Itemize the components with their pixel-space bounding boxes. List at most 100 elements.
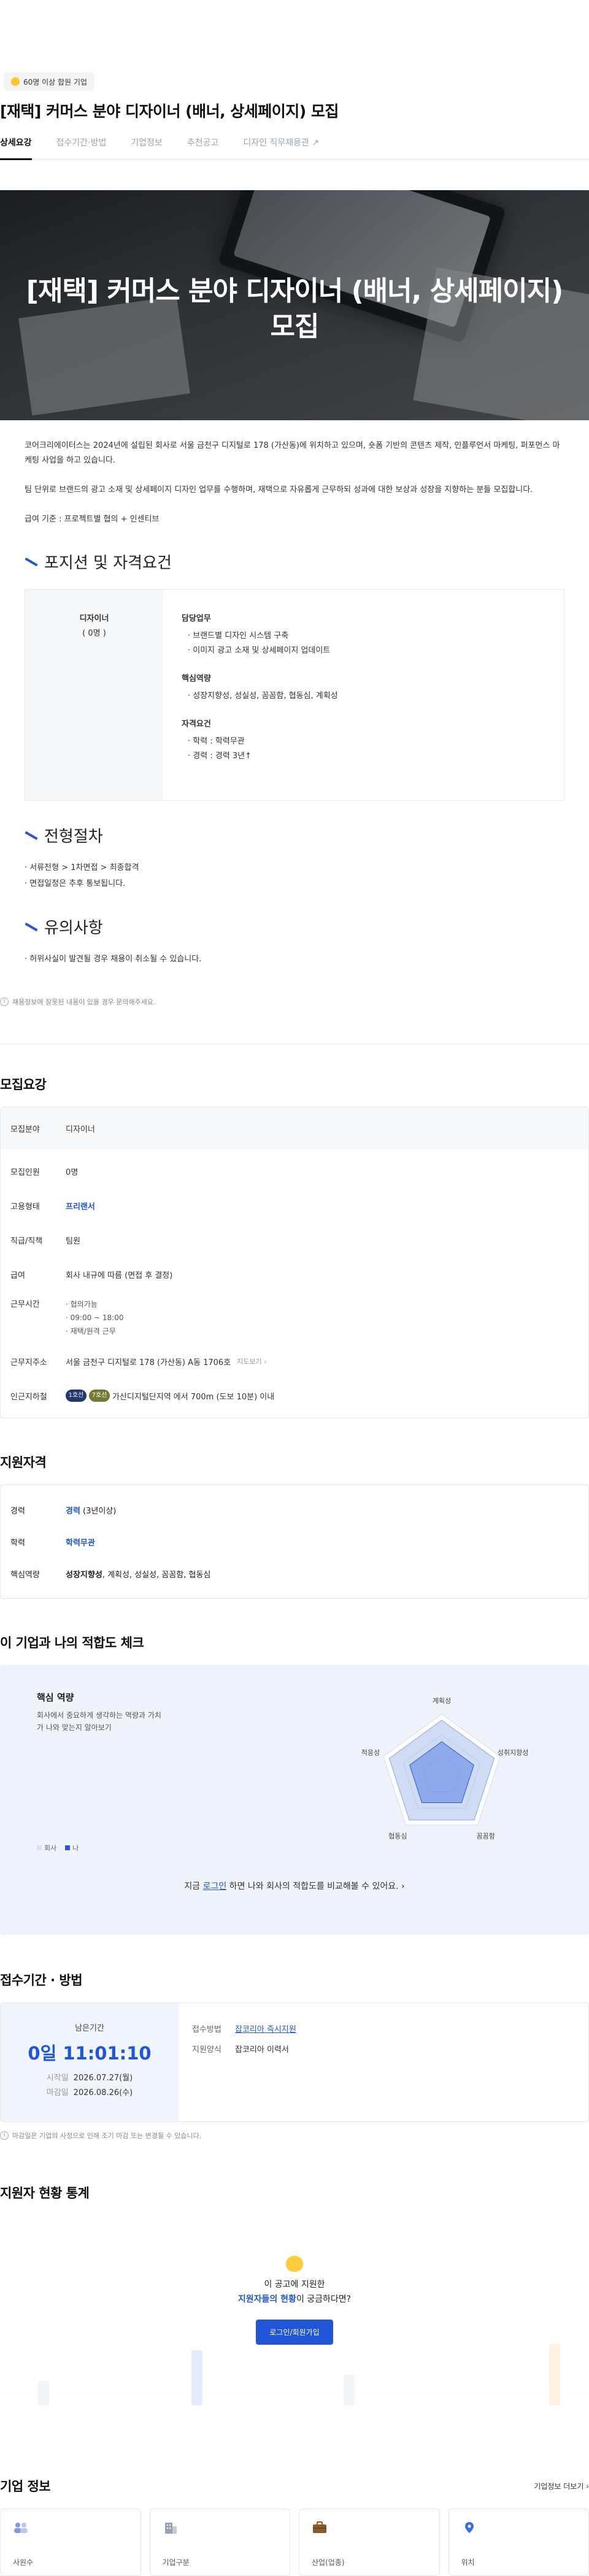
company-cards: 사원수 기업구분 산업(업종) 위치 <box>0 2509 589 2576</box>
recruit-value: 팀원 <box>66 1234 80 1246</box>
form-row: 지원양식잡코리아 이력서 <box>192 2043 296 2055</box>
cta-line-2: 지원자들의 현황이 궁금하다면? <box>0 2293 589 2305</box>
group-title: 담당업무 <box>182 612 338 626</box>
coin-icon <box>11 77 20 86</box>
group-item: · 브랜드별 디자인 시스템 구축 <box>182 629 338 644</box>
people-icon <box>13 2521 29 2534</box>
section-heading-position: 포지션 및 자격요건 <box>25 550 589 573</box>
group-item: · 이미지 광고 소재 및 상세페이지 업데이트 <box>182 644 338 658</box>
group-item: · 성장지향성, 성실성, 꼼꼼함, 협동심, 계획성 <box>182 689 338 704</box>
employment-type-value: 프리랜서 <box>66 1200 95 1212</box>
job-title: [재택] 커머스 분야 디자이너 (배너, 상세페이지) 모집 <box>0 99 589 121</box>
login-link[interactable]: 로그인 <box>203 1882 227 1891</box>
tab-recommended[interactable]: 추천공고 <box>187 136 230 160</box>
qualification-key: 핵심역량 <box>10 1568 66 1580</box>
tab-design-hiring[interactable]: 디자인 직무채용관 ↗ <box>243 136 330 160</box>
company-card-label: 위치 <box>461 2557 577 2567</box>
intro-paragraph: 팀 단위로 브랜드의 광고 소재 및 상세페이지 디자인 업무를 수행하며, 재… <box>25 483 564 498</box>
fit-login-prompt: 지금 로그인 하면 나와 회사의 적합도를 비교해볼 수 있어요. › <box>0 1880 589 1892</box>
slash-mark-icon <box>25 922 37 931</box>
radar-axis-label: 계획성 <box>433 1697 451 1705</box>
caution-item: · 허위사실이 발견될 경우 채용이 취소될 수 있습니다. <box>25 952 564 967</box>
view-map-link[interactable]: 지도보기 › <box>237 1356 266 1366</box>
section-heading-label: 포지션 및 자격요건 <box>44 550 172 573</box>
group-title: 자격요건 <box>182 717 338 732</box>
qualification-row: 핵심역량 성장지향성, 계획성, 성실성, 꼼꼼함, 협동심 <box>10 1558 579 1590</box>
requirement-group: 자격요건 · 학력 : 학력무관 · 경력 : 경력 3년↑ <box>182 717 338 764</box>
recruit-row: 급여 회사 내규에 따름 (면접 후 결정) <box>1 1257 588 1291</box>
recruit-value: 디자이너 <box>66 1123 95 1134</box>
qualification-highlight: 학력무관 <box>66 1539 95 1548</box>
qualification-value: (3년이상) <box>80 1507 116 1516</box>
qualification-section: 지원자격 경력 경력 (3년이상) 학력 학력무관 핵심역량 성장지향성, 계획… <box>0 1453 589 1599</box>
info-icon: i <box>0 2131 9 2140</box>
duty-group: 담당업무 · 브랜드별 디자인 시스템 구축 · 이미지 광고 소재 및 상세페… <box>182 612 338 658</box>
recruit-key: 직급/직책 <box>10 1234 66 1246</box>
recruit-key: 모집분야 <box>10 1123 66 1134</box>
company-card-type: 기업구분 <box>150 2509 291 2576</box>
section-heading-label: 전형절차 <box>44 824 103 847</box>
period-panel: 남은기간 0일 11:01:10 시작일2026.07.27(월) 마감일202… <box>0 2002 589 2122</box>
competency-group: 핵심역량 · 성장지향성, 성실성, 꼼꼼함, 협동심, 계획성 <box>182 672 338 704</box>
briefcase-icon <box>312 2521 328 2534</box>
company-header: 기업 정보 기업정보 더보기 › <box>0 2477 589 2495</box>
recruit-row: 근무시간 협의가능 09:00 ~ 18:00 재택/원격 근무 <box>1 1291 588 1344</box>
hero-title: [재택] 커머스 분야 디자이너 (배너, 상세페이지) 모집 <box>0 274 589 345</box>
subway-value: 가산디지털단지역 에서 700m (도보 10분) 이내 <box>112 1390 274 1402</box>
position-role: 디자이너 <box>25 612 163 626</box>
report-notice-text[interactable]: 채용정보에 잘못된 내용이 있을 경우 문의해주세요. <box>12 997 156 1007</box>
fit-panel: 핵심 역량 회사에서 중요하게 생각하는 역량과 가치가 나와 맞는지 알아보기… <box>0 1665 589 1935</box>
recruit-key: 고용형태 <box>10 1200 66 1212</box>
work-hours-value: 협의가능 09:00 ~ 18:00 재택/원격 근무 <box>66 1298 124 1338</box>
slash-mark-icon <box>25 831 37 839</box>
instant-apply-link[interactable]: 잡코리아 즉시지원 <box>235 2023 296 2034</box>
section-heading-label: 유의사항 <box>44 915 103 938</box>
company-card-label: 기업구분 <box>163 2557 278 2567</box>
tab-apply-period[interactable]: 접수기간·방법 <box>56 136 118 160</box>
period-heading: 접수기간 · 방법 <box>0 1970 589 1989</box>
radar-axis-label: 꼼꼼함 <box>477 1832 495 1840</box>
cta-line-1: 이 공고에 지원한 <box>0 2278 589 2290</box>
caution-list: · 허위사실이 발견될 경우 채용이 취소될 수 있습니다. <box>0 938 589 967</box>
qualification-key: 경력 <box>10 1504 66 1516</box>
work-hours-item: 09:00 ~ 18:00 <box>66 1311 124 1325</box>
stats-login-cta: 이 공고에 지원한 지원자들의 현황이 궁금하다면? 로그인/회원가입 <box>0 2256 589 2345</box>
period-notice-text: 마감일은 기업의 사정으로 인해 조기 마감 또는 변경될 수 있습니다. <box>12 2131 201 2140</box>
tab-company-info[interactable]: 기업정보 <box>131 136 174 160</box>
recruit-table: 모집분야 디자이너 모집인원 0명 고용형태 프리랜서 직급/직책 팀원 급여 … <box>0 1107 589 1418</box>
company-card-employees: 사원수 <box>0 2509 141 2576</box>
legend-company: 회사 <box>37 1843 56 1853</box>
qualification-key: 학력 <box>10 1536 66 1548</box>
countdown-timer: 0일 11:01:10 <box>1 2039 179 2065</box>
stats-heading: 지원자 현황 통계 <box>0 2183 589 2202</box>
badge-label: 60명 이상 합원 기업 <box>23 77 87 87</box>
fit-legend: 회사 나 <box>37 1843 79 1853</box>
work-hours-item: 재택/원격 근무 <box>66 1325 124 1338</box>
process-list: · 서류전형 > 1차면접 > 최종합격 · 면접일정은 추후 통보됩니다. <box>0 847 589 892</box>
qualification-heading: 지원자격 <box>0 1453 589 1471</box>
building-icon <box>163 2521 179 2534</box>
recruit-value: 0명 <box>66 1166 78 1177</box>
recruit-value: 회사 내규에 따름 (면접 후 결정) <box>66 1269 172 1280</box>
slash-mark-icon <box>25 557 37 566</box>
tab-detail[interactable]: 상세요강 <box>0 136 43 160</box>
intro-paragraph: 급여 기준 : 프로젝트별 협의 + 인센티브 <box>25 512 564 527</box>
recruit-heading: 모집요강 <box>0 1075 589 1093</box>
recruit-row: 모집분야 디자이너 <box>1 1107 588 1149</box>
process-item: · 서류전형 > 1차면접 > 최종합격 <box>25 860 564 876</box>
qualification-row: 경력 경력 (3년이상) <box>10 1494 579 1526</box>
company-more-link[interactable]: 기업정보 더보기 › <box>534 2481 589 2491</box>
job-posting-page: 60명 이상 합원 기업 [재택] 커머스 분야 디자이너 (배너, 상세페이지… <box>0 0 589 2576</box>
hero-banner: [재택] 커머스 분야 디자이너 (배너, 상세페이지) 모집 <box>0 190 589 420</box>
curious-face-icon <box>286 2256 303 2272</box>
recruit-section: 모집요강 모집분야 디자이너 모집인원 0명 고용형태 프리랜서 직급/직책 팀… <box>0 1075 589 1418</box>
position-detail-cell: 담당업무 · 브랜드별 디자인 시스템 구축 · 이미지 광고 소재 및 상세페… <box>163 590 338 800</box>
fit-heading: 이 기업과 나의 적합도 체크 <box>0 1633 589 1651</box>
detail-tabs: 상세요강 접수기간·방법 기업정보 추천공고 디자인 직무채용관 ↗ <box>0 136 589 160</box>
company-heading: 기업 정보 <box>0 2477 50 2495</box>
end-date: 마감일2026.08.26(수) <box>1 2086 179 2101</box>
login-signup-button[interactable]: 로그인/회원가입 <box>256 2320 333 2345</box>
remain-label: 남은기간 <box>1 2021 179 2033</box>
recruit-key: 인근지하철 <box>10 1390 66 1402</box>
qualification-value: , 계획성, 성실성, 꼼꼼함, 협동심 <box>102 1571 211 1580</box>
